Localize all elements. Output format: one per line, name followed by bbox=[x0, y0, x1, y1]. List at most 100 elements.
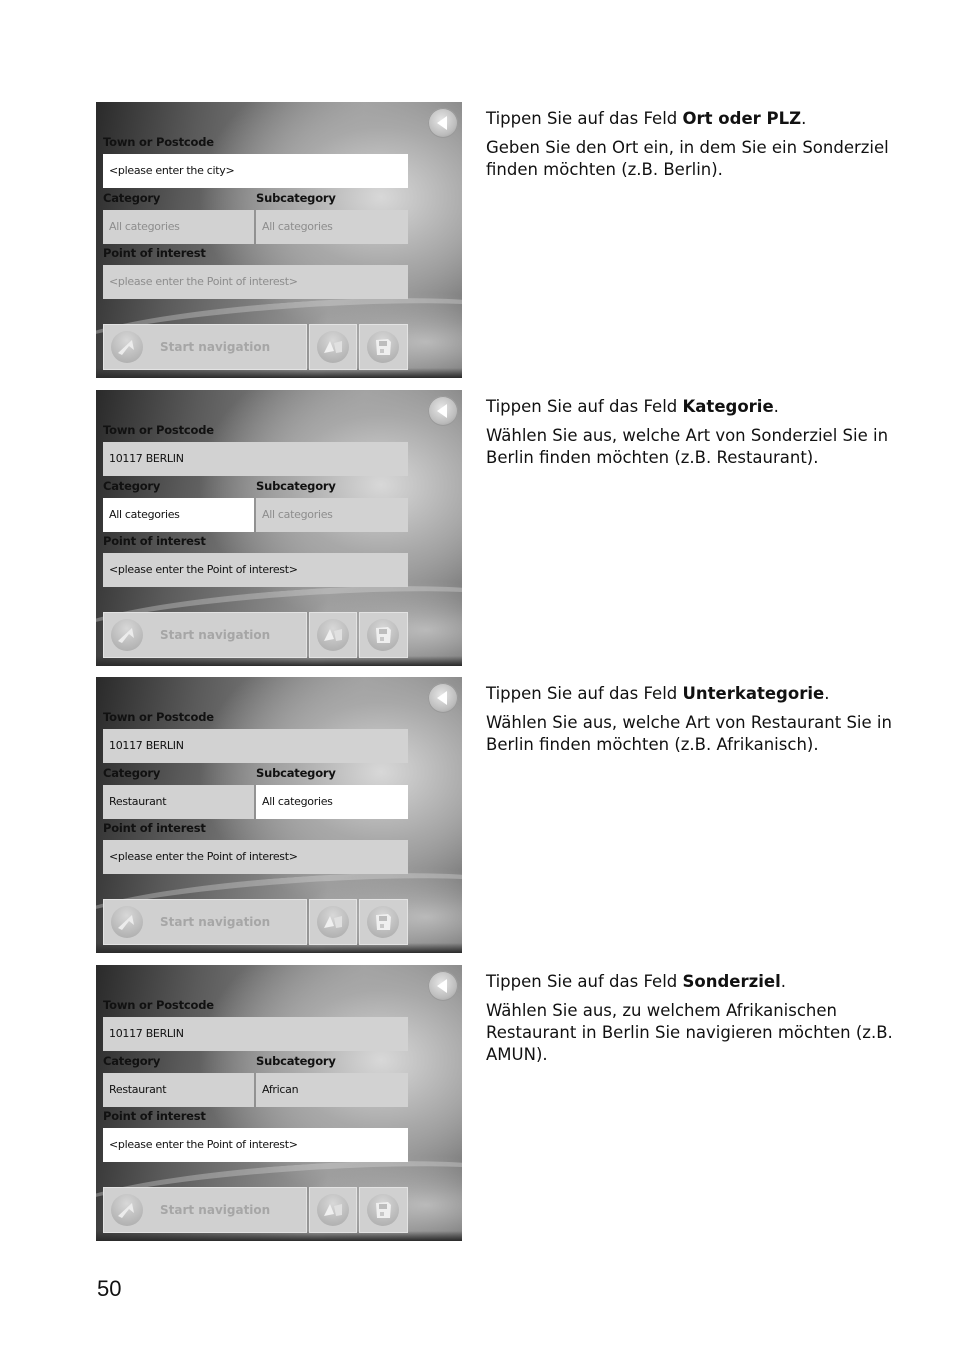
instruction-step: Town or Postcode 10117 BERLIN Category S… bbox=[96, 965, 896, 1241]
back-button[interactable] bbox=[428, 396, 458, 426]
map-button[interactable] bbox=[309, 899, 357, 945]
start-navigation-label: Start navigation bbox=[160, 915, 271, 929]
step-instruction: Tippen Sie auf das Feld Sonderziel. bbox=[486, 971, 896, 993]
start-navigation-label: Start navigation bbox=[160, 628, 271, 642]
step-instruction: Tippen Sie auf das Feld Kategorie. bbox=[486, 396, 896, 418]
subcategory-label: Subcategory bbox=[256, 479, 336, 493]
poi-label: Point of interest bbox=[103, 246, 206, 260]
instruction-suffix: . bbox=[824, 684, 830, 703]
town-label: Town or Postcode bbox=[103, 135, 214, 149]
start-navigation-label: Start navigation bbox=[160, 1203, 271, 1217]
back-button[interactable] bbox=[428, 971, 458, 1001]
step-instruction: Tippen Sie auf das Feld Ort oder PLZ. bbox=[486, 108, 896, 130]
back-arrow-icon bbox=[437, 116, 447, 130]
save-button[interactable] bbox=[359, 324, 408, 370]
step-description: Tippen Sie auf das Feld Ort oder PLZ. Ge… bbox=[486, 108, 896, 188]
page-number: 50 bbox=[97, 1276, 122, 1301]
map-button[interactable] bbox=[309, 612, 357, 658]
start-navigation-button[interactable]: Start navigation bbox=[103, 612, 307, 658]
subcategory-label: Subcategory bbox=[256, 766, 336, 780]
category-label: Category bbox=[103, 766, 161, 780]
instruction-field-name: Sonderziel bbox=[682, 972, 781, 991]
town-field[interactable]: 10117 BERLIN bbox=[103, 729, 408, 763]
floppy-disk-icon bbox=[367, 331, 399, 363]
navigation-arrow-icon bbox=[111, 619, 143, 651]
back-button[interactable] bbox=[428, 108, 458, 138]
device-screenshot: Town or Postcode 10117 BERLIN Category S… bbox=[96, 965, 462, 1241]
device-screenshot: Town or Postcode <please enter the city>… bbox=[96, 102, 462, 378]
step-explanation: Wählen Sie aus, zu welchem Afrikanischen… bbox=[486, 1001, 893, 1064]
subcategory-field[interactable]: African bbox=[256, 1073, 408, 1107]
back-button[interactable] bbox=[428, 683, 458, 713]
poi-field[interactable]: <please enter the Point of interest> bbox=[103, 265, 408, 299]
poi-label: Point of interest bbox=[103, 821, 206, 835]
poi-field[interactable]: <please enter the Point of interest> bbox=[103, 1128, 408, 1162]
navigation-arrow-icon bbox=[111, 331, 143, 363]
floppy-disk-icon bbox=[367, 906, 399, 938]
town-label: Town or Postcode bbox=[103, 998, 214, 1012]
start-navigation-button[interactable]: Start navigation bbox=[103, 324, 307, 370]
category-label: Category bbox=[103, 191, 161, 205]
category-label: Category bbox=[103, 1054, 161, 1068]
step-explanation: Wählen Sie aus, welche Art von Restauran… bbox=[486, 713, 892, 754]
instruction-field-name: Kategorie bbox=[682, 397, 774, 416]
category-field[interactable]: Restaurant bbox=[103, 785, 254, 819]
map-button[interactable] bbox=[309, 324, 357, 370]
save-button[interactable] bbox=[359, 1187, 408, 1233]
instruction-prefix: Tippen Sie auf das Feld bbox=[486, 972, 683, 991]
save-button[interactable] bbox=[359, 612, 408, 658]
category-field[interactable]: All categories bbox=[103, 498, 254, 532]
subcategory-field[interactable]: All categories bbox=[256, 498, 408, 532]
poi-label: Point of interest bbox=[103, 534, 206, 548]
map-icon bbox=[317, 906, 349, 938]
instruction-field-name: Ort oder PLZ bbox=[682, 109, 802, 128]
town-field[interactable]: 10117 BERLIN bbox=[103, 442, 408, 476]
map-icon bbox=[317, 331, 349, 363]
town-field[interactable]: 10117 BERLIN bbox=[103, 1017, 408, 1051]
floppy-disk-icon bbox=[367, 619, 399, 651]
step-explanation: Wählen Sie aus, welche Art von Sonderzie… bbox=[486, 426, 889, 467]
subcategory-label: Subcategory bbox=[256, 1054, 336, 1068]
back-arrow-icon bbox=[437, 404, 447, 418]
instruction-step: Town or Postcode <please enter the city>… bbox=[96, 102, 896, 378]
device-screenshot: Town or Postcode 10117 BERLIN Category S… bbox=[96, 677, 462, 953]
subcategory-label: Subcategory bbox=[256, 191, 336, 205]
town-label: Town or Postcode bbox=[103, 710, 214, 724]
back-arrow-icon bbox=[437, 691, 447, 705]
instruction-suffix: . bbox=[780, 972, 786, 991]
town-field[interactable]: <please enter the city> bbox=[103, 154, 408, 188]
save-button[interactable] bbox=[359, 899, 408, 945]
start-navigation-button[interactable]: Start navigation bbox=[103, 1187, 307, 1233]
step-description: Tippen Sie auf das Feld Unterkategorie. … bbox=[486, 683, 896, 763]
instruction-step: Town or Postcode 10117 BERLIN Category S… bbox=[96, 677, 896, 953]
map-button[interactable] bbox=[309, 1187, 357, 1233]
map-icon bbox=[317, 619, 349, 651]
step-description: Tippen Sie auf das Feld Sonderziel. Wähl… bbox=[486, 971, 896, 1073]
instruction-prefix: Tippen Sie auf das Feld bbox=[486, 684, 683, 703]
instruction-suffix: . bbox=[773, 397, 779, 416]
step-description: Tippen Sie auf das Feld Kategorie. Wähle… bbox=[486, 396, 896, 476]
step-explanation: Geben Sie den Ort ein, in dem Sie ein So… bbox=[486, 138, 889, 179]
instruction-suffix: . bbox=[801, 109, 807, 128]
device-screenshot: Town or Postcode 10117 BERLIN Category S… bbox=[96, 390, 462, 666]
poi-field[interactable]: <please enter the Point of interest> bbox=[103, 553, 408, 587]
instruction-step: Town or Postcode 10117 BERLIN Category S… bbox=[96, 390, 896, 666]
poi-field[interactable]: <please enter the Point of interest> bbox=[103, 840, 408, 874]
step-instruction: Tippen Sie auf das Feld Unterkategorie. bbox=[486, 683, 896, 705]
instruction-field-name: Unterkategorie bbox=[682, 684, 825, 703]
subcategory-field[interactable]: All categories bbox=[256, 785, 408, 819]
category-field[interactable]: All categories bbox=[103, 210, 254, 244]
category-field[interactable]: Restaurant bbox=[103, 1073, 254, 1107]
subcategory-field[interactable]: All categories bbox=[256, 210, 408, 244]
start-navigation-button[interactable]: Start navigation bbox=[103, 899, 307, 945]
instruction-prefix: Tippen Sie auf das Feld bbox=[486, 109, 683, 128]
category-label: Category bbox=[103, 479, 161, 493]
instruction-prefix: Tippen Sie auf das Feld bbox=[486, 397, 683, 416]
town-label: Town or Postcode bbox=[103, 423, 214, 437]
back-arrow-icon bbox=[437, 979, 447, 993]
start-navigation-label: Start navigation bbox=[160, 340, 271, 354]
floppy-disk-icon bbox=[367, 1194, 399, 1226]
poi-label: Point of interest bbox=[103, 1109, 206, 1123]
navigation-arrow-icon bbox=[111, 1194, 143, 1226]
navigation-arrow-icon bbox=[111, 906, 143, 938]
